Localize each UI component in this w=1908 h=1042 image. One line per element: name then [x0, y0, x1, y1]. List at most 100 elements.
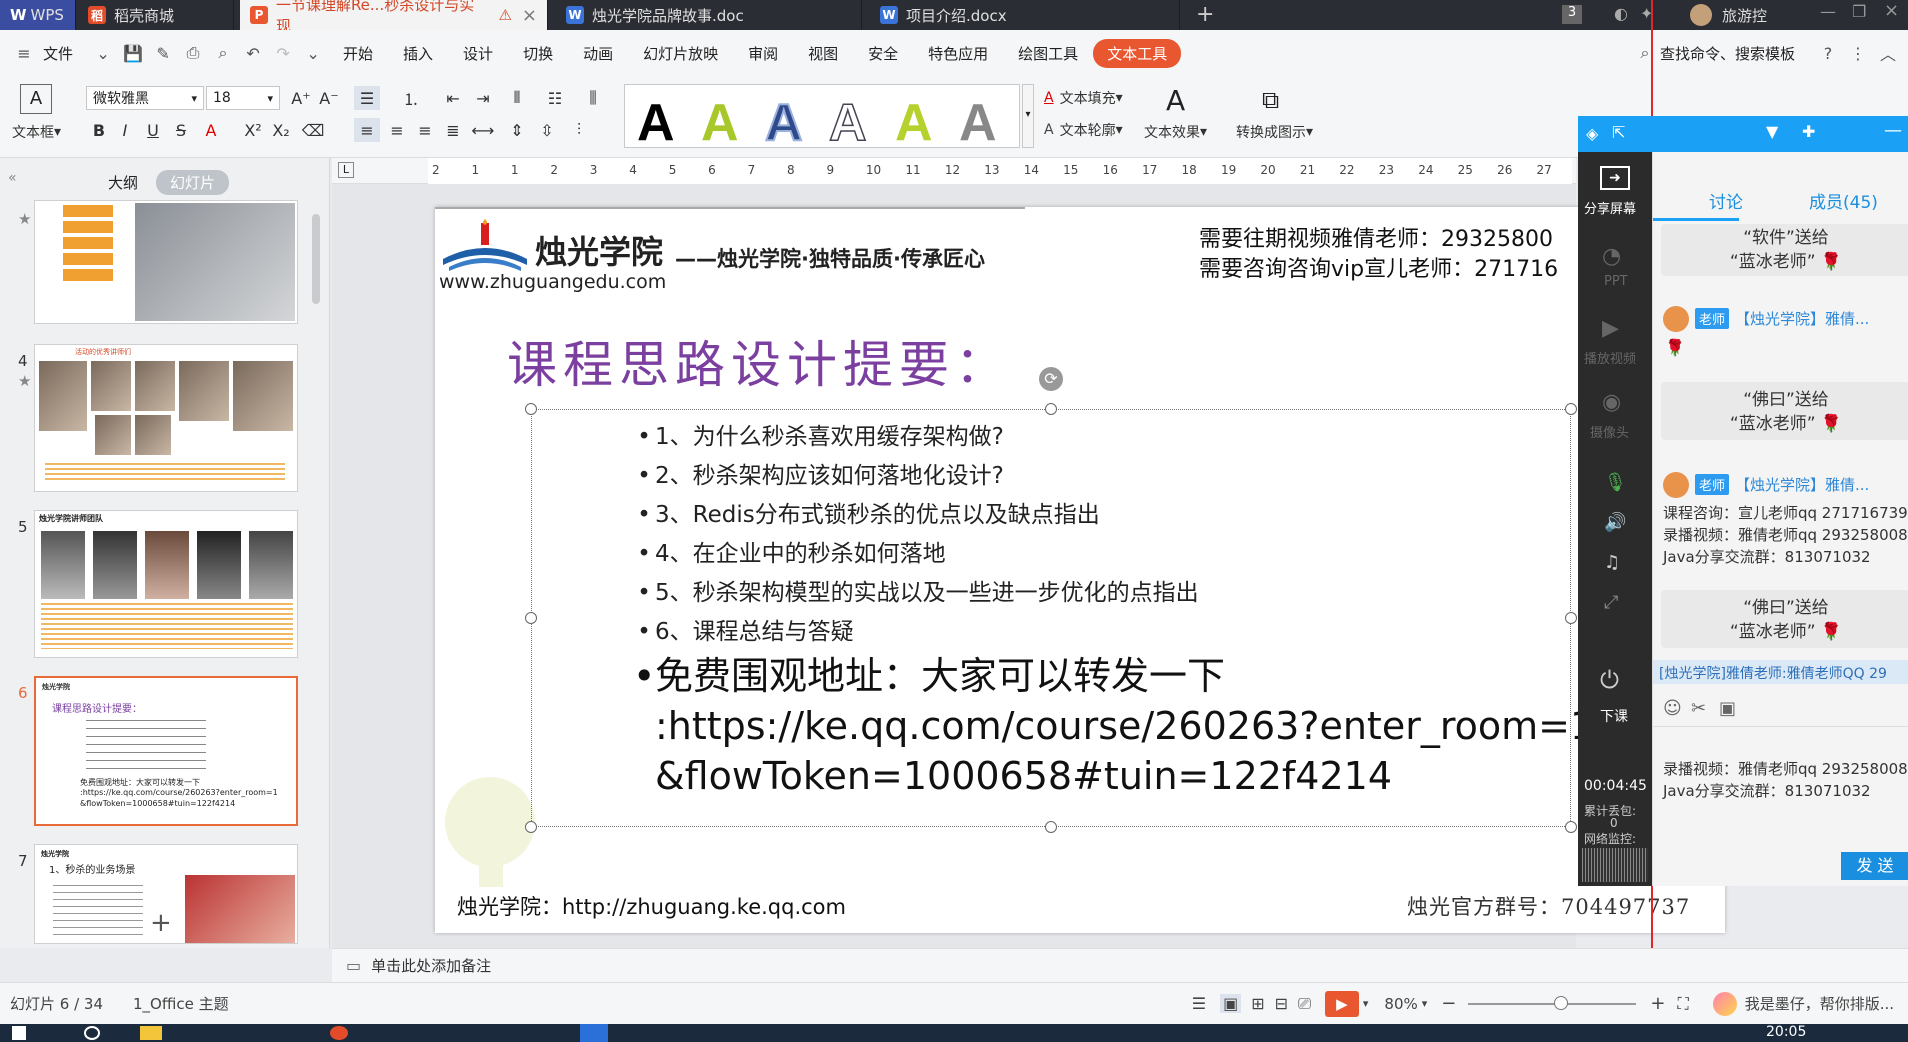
menu-slideshow[interactable]: 幻灯片放映 [628, 43, 733, 64]
share-screen-icon[interactable]: ➜ [1600, 166, 1630, 190]
scissors-icon[interactable]: ✂ [1691, 698, 1706, 719]
tab-project-intro-docx[interactable]: W 项目介绍.docx [870, 0, 1180, 30]
style-green[interactable]: A [701, 97, 739, 149]
assistant-tip[interactable]: 我是墨仔，帮你排版... [1745, 993, 1894, 1014]
play-video-label[interactable]: 播放视频 [1584, 348, 1636, 367]
style-hollow[interactable]: A [828, 96, 867, 150]
slide-thumbnail-5[interactable]: 烛光学院讲师团队 [34, 510, 298, 658]
style-lime[interactable]: A [895, 97, 933, 149]
text-effect-icon[interactable]: A [1166, 84, 1185, 117]
menu-start[interactable]: 开始 [328, 43, 388, 64]
hamburger-icon[interactable]: ≡ [14, 43, 34, 63]
style-blue-outline[interactable]: A [764, 96, 804, 150]
chat-input-line[interactable]: 录播视频：雅倩老师qq 293258008 [1663, 758, 1908, 779]
tab-slides[interactable]: 幻灯片 [156, 170, 230, 195]
command-search[interactable]: 查找命令、搜索模板 [1660, 43, 1795, 64]
resize-handle[interactable] [525, 403, 537, 415]
share-screen-label[interactable]: 分享屏幕 [1584, 198, 1636, 217]
zoom-in-icon[interactable]: + [1650, 993, 1665, 1014]
italic-icon[interactable]: I [112, 118, 138, 142]
list-item[interactable]: • 4、在企业中的秒杀如何落地 [633, 534, 945, 568]
presenter-icon[interactable]: ⎚ [1298, 994, 1311, 1014]
zoom-slider[interactable] [1468, 995, 1637, 1010]
new-tab-icon[interactable]: + [1196, 2, 1214, 27]
resize-handle[interactable] [1565, 612, 1577, 624]
menu-view[interactable]: 视图 [793, 43, 853, 64]
paragraph-spacing-icon[interactable]: ⇕ [504, 118, 530, 142]
close-window-icon[interactable]: × [1884, 0, 1899, 21]
chevron-down-icon[interactable]: ▼ [1766, 122, 1778, 141]
font-name-select[interactable]: 微软雅黑 ▾ [86, 86, 204, 110]
menu-security[interactable]: 安全 [853, 43, 913, 64]
add-slide-icon[interactable]: + [150, 910, 172, 936]
reading-view-icon[interactable]: ⊟ [1275, 994, 1288, 1013]
resize-handle[interactable] [1045, 403, 1057, 415]
spacing-after-icon[interactable]: ⇳ [534, 118, 560, 142]
list-item[interactable]: • 5、秒杀架构模型的实战以及一些进一步优化的点指出 [633, 573, 1198, 607]
numbered-list-icon[interactable]: ⒈ [398, 86, 424, 110]
list-item[interactable]: • 2、秒杀架构应该如何落地化设计? [633, 456, 1004, 490]
menu-text-tools[interactable]: 文本工具 [1093, 38, 1182, 68]
vertical-align-icon[interactable]: ⫶ [566, 118, 592, 142]
resize-handle[interactable] [1565, 403, 1577, 415]
style-black[interactable]: A [637, 97, 675, 149]
subscript-icon[interactable]: X₂ [268, 118, 294, 142]
distributed-icon[interactable]: ⟷ [470, 118, 496, 142]
slide-sorter-icon[interactable]: ⊞ [1251, 994, 1264, 1013]
music-icon[interactable]: ♫ [1604, 552, 1620, 573]
wps-home-tab[interactable]: W WPS [0, 0, 76, 30]
increase-indent-icon[interactable]: ⇥ [470, 86, 496, 110]
camera-label[interactable]: 摄像头 [1590, 422, 1629, 441]
send-button[interactable]: 发 送 [1841, 852, 1908, 880]
clear-format-icon[interactable]: ⌫ [300, 118, 326, 142]
convert-diagram-icon[interactable]: ⧉ [1262, 86, 1279, 114]
emoji-icon[interactable]: ☺ [1663, 698, 1682, 719]
text-outline-button[interactable]: A 文本轮廓 ▾ [1044, 120, 1123, 140]
convert-diagram-button[interactable]: 转换成图示 ▾ [1236, 122, 1313, 142]
font-size-select[interactable]: 18 ▾ [206, 86, 280, 110]
avatar[interactable] [1663, 472, 1689, 498]
help-icon[interactable]: ? [1818, 43, 1838, 63]
app-icon[interactable] [330, 1026, 348, 1040]
style-gray[interactable]: A [959, 97, 997, 149]
slide-thumbnail-6[interactable]: 烛光学院 课程思路设计提要： 免费围观地址：大家可以转发一下 :https://… [34, 676, 298, 826]
line-spacing-icon[interactable]: ☷ [542, 86, 568, 110]
speaker-icon[interactable]: 🔊 [1604, 512, 1626, 533]
theme-name[interactable]: 1_Office 主题 [133, 993, 229, 1014]
microphone-icon[interactable]: 🎙 [1604, 472, 1627, 493]
ppt-label[interactable]: PPT [1604, 274, 1628, 289]
zoom-out-icon[interactable]: − [1441, 993, 1456, 1014]
chevron-down-icon[interactable]: ⌄ [93, 43, 113, 63]
bold-icon[interactable]: B [86, 118, 112, 142]
window-count-badge[interactable]: 3 [1562, 5, 1582, 24]
menu-animation[interactable]: 动画 [568, 43, 628, 64]
save-icon[interactable]: 💾 [123, 43, 143, 63]
superscript-icon[interactable]: X² [240, 118, 266, 142]
tab-docer-store[interactable]: 稻 稻壳商城 [78, 0, 234, 30]
notes-toggle-icon[interactable]: ☰ [1192, 994, 1206, 1013]
user-name[interactable]: 旅游控 [1722, 5, 1767, 26]
minimize-icon[interactable]: — [1820, 2, 1836, 21]
tab-brand-story-doc[interactable]: W 烛光学院品牌故事.doc [556, 0, 862, 30]
zoom-slider-handle[interactable] [1553, 995, 1568, 1010]
resize-handle[interactable] [525, 821, 537, 833]
file-menu[interactable]: 文件 [39, 43, 88, 64]
horizontal-ruler[interactable]: L 2 1 1 2 3 4 5 6 7 8 9 10 11 12 13 14 15 16 17 18 19 20 21 22 2… [332, 158, 1576, 184]
print-icon[interactable]: ⎙ [183, 43, 203, 63]
redo-icon[interactable]: ↷ [273, 43, 293, 63]
strikethrough-icon[interactable]: S [168, 118, 194, 142]
list-item[interactable]: • 6、课程总结与答疑 [633, 612, 853, 646]
font-color-icon[interactable]: A [198, 118, 224, 142]
decrease-font-icon[interactable]: A⁻ [316, 86, 342, 110]
leave-class-icon[interactable]: ⏻ [1600, 666, 1619, 694]
thumbnail-scrollbar[interactable] [312, 214, 320, 304]
fit-window-icon[interactable]: ⛶ [1677, 994, 1688, 1014]
zoom-level[interactable]: 80% [1384, 995, 1417, 1013]
start-icon[interactable] [12, 1026, 26, 1040]
resize-handle[interactable] [1045, 821, 1057, 833]
menu-transition[interactable]: 切换 [508, 43, 568, 64]
notes-bar[interactable]: ▭ 单击此处添加备注 [332, 948, 1908, 982]
menu-insert[interactable]: 插入 [388, 43, 448, 64]
collapse-panel-icon[interactable]: « [8, 170, 17, 186]
skin-icon[interactable]: ◐ [1614, 4, 1628, 23]
